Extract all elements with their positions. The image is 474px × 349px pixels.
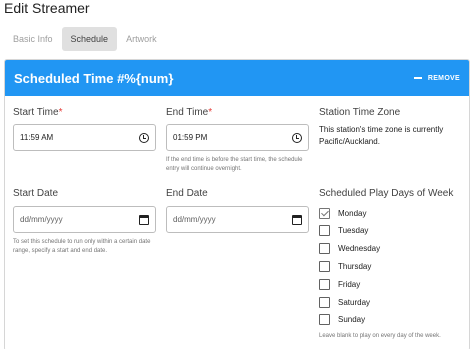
end-time-hint: If the end time is before the start time… bbox=[166, 157, 303, 172]
day-checkbox[interactable] bbox=[319, 314, 330, 326]
timezone-text: This station's time zone is currently Pa… bbox=[319, 125, 444, 146]
card-title: Scheduled Time #%{num} bbox=[14, 70, 174, 86]
day-option-wednesday[interactable]: Wednesday bbox=[319, 243, 380, 255]
day-label: Monday bbox=[338, 208, 367, 218]
calendar-icon[interactable] bbox=[292, 214, 302, 225]
day-checkbox[interactable] bbox=[319, 243, 330, 255]
play-days-label: Scheduled Play Days of Week bbox=[319, 188, 454, 199]
start-time-value: 11:59 AM bbox=[20, 133, 54, 142]
day-label: Thursday bbox=[338, 261, 372, 271]
end-date-input[interactable]: dd/mm/yyyy bbox=[166, 206, 309, 233]
tab-schedule[interactable]: Schedule bbox=[61, 27, 118, 51]
minus-icon bbox=[413, 77, 422, 79]
clock-icon[interactable] bbox=[292, 132, 302, 143]
start-time-label: Start Time* bbox=[13, 107, 62, 118]
start-date-input[interactable]: dd/mm/yyyy bbox=[13, 206, 156, 233]
end-time-label: End Time* bbox=[166, 107, 212, 118]
end-time-input[interactable]: 01:59 PM bbox=[166, 124, 309, 151]
required-mark: * bbox=[58, 107, 63, 118]
dialog-title: Edit Streamer bbox=[4, 0, 90, 16]
required-mark: * bbox=[208, 107, 213, 118]
end-time-label-text: End Time bbox=[166, 107, 209, 118]
calendar-icon[interactable] bbox=[139, 214, 149, 225]
end-date-label: End Date bbox=[166, 188, 208, 199]
end-date-placeholder: dd/mm/yyyy bbox=[173, 215, 216, 224]
day-checkbox[interactable] bbox=[319, 278, 330, 290]
clock-icon[interactable] bbox=[139, 132, 149, 143]
day-checkbox[interactable] bbox=[319, 260, 330, 272]
card-header: Scheduled Time #%{num} REMOVE bbox=[5, 60, 469, 96]
end-time-value: 01:59 PM bbox=[173, 133, 208, 142]
day-option-tuesday[interactable]: Tuesday bbox=[319, 225, 368, 237]
start-time-label-text: Start Time bbox=[13, 107, 59, 118]
day-label: Saturday bbox=[338, 297, 371, 307]
tab-basic-info[interactable]: Basic Info bbox=[4, 27, 62, 51]
day-option-friday[interactable]: Friday bbox=[319, 278, 360, 290]
day-label: Friday bbox=[338, 279, 361, 289]
schedule-card: Scheduled Time #%{num} REMOVE Start Time… bbox=[4, 59, 470, 349]
start-time-input[interactable]: 11:59 AM bbox=[13, 124, 156, 151]
day-label: Wednesday bbox=[338, 244, 381, 254]
start-date-placeholder: dd/mm/yyyy bbox=[20, 215, 63, 224]
remove-label: REMOVE bbox=[427, 74, 460, 82]
remove-button[interactable]: REMOVE bbox=[413, 74, 460, 82]
day-option-sunday[interactable]: Sunday bbox=[319, 314, 365, 326]
day-label: Sunday bbox=[338, 315, 366, 325]
day-label: Tuesday bbox=[338, 226, 369, 236]
day-option-monday[interactable]: Monday bbox=[319, 207, 366, 219]
tab-artwork[interactable]: Artwork bbox=[117, 27, 166, 51]
day-checkbox[interactable] bbox=[319, 207, 330, 219]
start-date-label: Start Date bbox=[13, 188, 59, 199]
play-days-hint: Leave blank to play on every day of the … bbox=[319, 333, 441, 339]
day-checkbox[interactable] bbox=[319, 225, 330, 237]
start-date-hint: To set this schedule to run only within … bbox=[13, 239, 151, 254]
day-checkbox[interactable] bbox=[319, 296, 330, 308]
day-option-saturday[interactable]: Saturday bbox=[319, 296, 370, 308]
tab-bar: Basic Info Schedule Artwork bbox=[4, 27, 166, 51]
day-option-thursday[interactable]: Thursday bbox=[319, 260, 371, 272]
timezone-label: Station Time Zone bbox=[319, 107, 401, 118]
